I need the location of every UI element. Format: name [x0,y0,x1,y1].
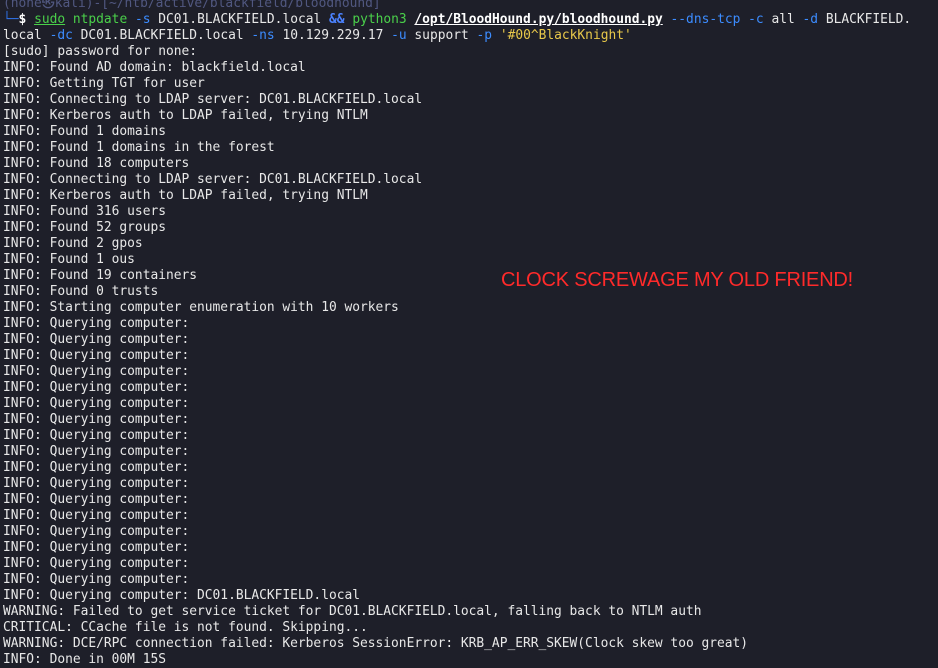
output-line: INFO: Found AD domain: blackfield.local [3,60,306,75]
flag-dns-tcp: --dns-tcp [670,12,741,27]
output-line: INFO: Found 18 computers [3,156,190,171]
output-line: INFO: Starting computer enumeration with… [3,300,399,315]
output-line: INFO: Querying computer: [3,348,190,363]
output-line: INFO: Querying computer: [3,380,190,395]
flag-s: -s [134,12,151,27]
command-line: └─$ sudo ntpdate -s DC01.BLACKFIELD.loca… [3,12,938,28]
output-line: INFO: Querying computer: [3,364,190,379]
output-line: INFO: Querying computer: [3,412,190,427]
flag-d: -d [802,12,819,27]
script-path: /opt/BloodHound.py/bloodhound.py [414,12,663,27]
output-line: INFO: Querying computer: [3,428,190,443]
output-line: INFO: Querying computer: [3,508,190,523]
prompt-corner: └─ [3,12,19,27]
flag-c: -c [748,12,764,27]
prompt-symbol: $ [18,12,27,27]
output-line: INFO: Querying computer: [3,572,190,587]
value-s: DC01.BLACKFIELD.local [158,12,322,27]
output-line: INFO: Getting TGT for user [3,76,205,91]
output-line: INFO: Found 1 domains [3,124,166,139]
value-p: '#00^BlackKnight' [499,28,632,43]
output-line: INFO: Done in 00M 15S [3,652,166,667]
prompt-header-partial: (none㉿kali)-[~/htb/active/blackfield/blo… [3,0,381,11]
value-d: BLACKFIELD. [825,12,912,27]
value-ns: 10.129.229.17 [282,28,384,43]
value-d-rest: local [3,28,42,43]
flag-u: -u [391,28,407,43]
output-line: INFO: Querying computer: [3,444,190,459]
output-line: INFO: Found 316 users [3,204,166,219]
output-line: INFO: Found 1 ous [3,252,135,267]
annotation-text: CLOCK SCREWAGE MY OLD FRIEND! [501,269,854,291]
output-line: WARNING: Failed to get service ticket fo… [3,604,702,619]
output-line: INFO: Querying computer: [3,316,190,331]
output-line: INFO: Querying computer: [3,556,190,571]
command-python: python3 [352,12,407,27]
flag-dc: -dc [49,28,73,43]
output-line: INFO: Found 1 domains in the forest [3,140,275,155]
terminal-window[interactable]: (none㉿kali)-[~/htb/active/blackfield/blo… [0,0,938,668]
output-line: INFO: Kerberos auth to LDAP failed, tryi… [3,188,368,203]
output-line: INFO: Connecting to LDAP server: DC01.BL… [3,172,423,187]
value-u: support [414,28,469,43]
output-line: INFO: Querying computer: [3,396,190,411]
output-line: INFO: Found 2 gpos [3,236,143,251]
output-line: INFO: Connecting to LDAP server: DC01.BL… [3,92,423,107]
output-line: CRITICAL: CCache file is not found. Skip… [3,620,368,635]
output-line: INFO: Found 52 groups [3,220,166,235]
flag-p: -p [476,28,493,43]
value-dc: DC01.BLACKFIELD.local [80,28,244,43]
output-line: INFO: Querying computer: [3,540,190,555]
output-line: INFO: Kerberos auth to LDAP failed, tryi… [3,108,368,123]
output-line: INFO: Querying computer: [3,332,190,347]
output-line: INFO: Querying computer: [3,524,190,539]
terminal-output: (none㉿kali)-[~/htb/active/blackfield/blo… [3,0,938,668]
output-line: WARNING: DCE/RPC connection failed: Kerb… [3,636,749,651]
output-line: INFO: Querying computer: [3,460,190,475]
operator-and: && [329,12,345,27]
flag-ns: -ns [251,28,275,43]
output-line: [sudo] password for none: [3,44,198,59]
output-line: INFO: Querying computer: [3,492,190,507]
command-line-continuation: local -dc DC01.BLACKFIELD.local -ns 10.1… [3,28,938,44]
value-c: all [771,12,795,27]
command-sudo: sudo [34,12,66,27]
output-line: INFO: Querying computer: DC01.BLACKFIELD… [3,588,360,603]
output-line: INFO: Querying computer: [3,476,190,491]
command-ntpdate: ntpdate [72,12,128,27]
